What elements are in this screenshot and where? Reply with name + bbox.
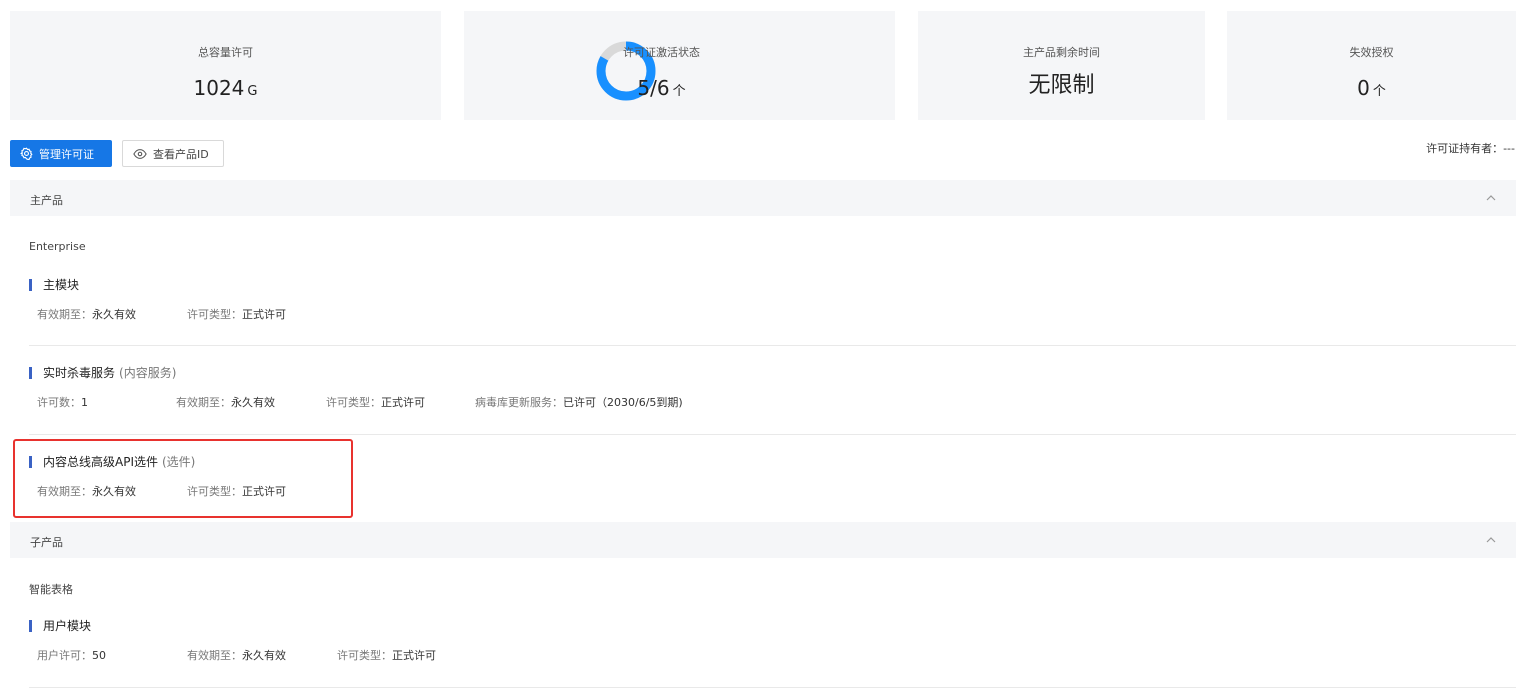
manage-license-label: 管理许可证 xyxy=(39,147,94,161)
stat-card-total-capacity: 总容量许可 1024 G xyxy=(10,11,441,120)
manage-license-button[interactable]: 管理许可证 xyxy=(10,140,112,167)
sub-product-name: 智能表格 xyxy=(29,583,73,596)
stat-value: 5/6 个 xyxy=(637,76,686,100)
module-meta-valid-until: 有效期至：永久有效 xyxy=(176,396,275,409)
chevron-up-icon[interactable] xyxy=(1486,192,1496,205)
stat-title: 主产品剩余时间 xyxy=(1023,46,1100,59)
module-meta-user-license: 用户许可：50 xyxy=(37,649,106,662)
module-title: 用户模块 xyxy=(29,618,91,634)
stat-card-activation: 许可证激活状态 5/6 个 xyxy=(464,11,895,120)
divider xyxy=(29,687,1516,688)
stat-value: 0个 xyxy=(1357,76,1386,100)
module-meta-count: 许可数：1 xyxy=(37,396,88,409)
module-antivirus: 实时杀毒服务 (内容服务) 许可数：1 有效期至：永久有效 许可类型：正式许可 病… xyxy=(29,365,683,409)
highlight-box xyxy=(13,439,353,518)
stat-title: 许可证激活状态 xyxy=(623,46,700,59)
view-product-id-label: 查看产品ID xyxy=(153,147,209,161)
module-meta-virus-db: 病毒库更新服务：已许可（2030/6/5到期) xyxy=(475,396,683,409)
divider xyxy=(29,345,1516,346)
module-meta-license-type: 许可类型：正式许可 xyxy=(187,308,286,321)
gear-icon xyxy=(20,147,33,160)
divider xyxy=(29,434,1516,435)
stat-value: 1024 G xyxy=(193,76,258,100)
eye-icon xyxy=(133,148,147,160)
module-title: 实时杀毒服务 (内容服务) xyxy=(29,365,176,381)
main-product-header[interactable]: 主产品 xyxy=(10,180,1516,216)
section-title: 主产品 xyxy=(30,194,63,207)
stat-card-remaining-time: 主产品剩余时间 无限制 xyxy=(918,11,1205,120)
module-accent-bar xyxy=(29,620,32,632)
module-user: 用户模块 用户许可：50 有效期至：永久有效 许可类型：正式许可 xyxy=(29,618,436,662)
stat-value: 无限制 xyxy=(1028,73,1095,98)
module-accent-bar xyxy=(29,279,32,291)
module-meta-valid-until: 有效期至：永久有效 xyxy=(187,649,286,662)
stat-title: 总容量许可 xyxy=(198,46,253,59)
section-title: 子产品 xyxy=(30,536,63,549)
chevron-up-icon[interactable] xyxy=(1486,534,1496,547)
view-product-id-button[interactable]: 查看产品ID xyxy=(122,140,224,167)
module-meta-valid-until: 有效期至：永久有效 xyxy=(37,308,136,321)
sub-product-header[interactable]: 子产品 xyxy=(10,522,1516,558)
module-title: 主模块 xyxy=(29,277,79,293)
module-meta-license-type: 许可类型：正式许可 xyxy=(326,396,425,409)
stat-title: 失效授权 xyxy=(1349,46,1394,59)
module-accent-bar xyxy=(29,367,32,379)
main-product-name: Enterprise xyxy=(29,240,86,253)
license-holder: 许可证持有者：--- xyxy=(1426,142,1515,155)
module-meta-license-type: 许可类型：正式许可 xyxy=(337,649,436,662)
stat-card-invalid: 失效授权 0个 xyxy=(1227,11,1516,120)
module-main: 主模块 有效期至：永久有效 许可类型：正式许可 xyxy=(29,277,286,321)
